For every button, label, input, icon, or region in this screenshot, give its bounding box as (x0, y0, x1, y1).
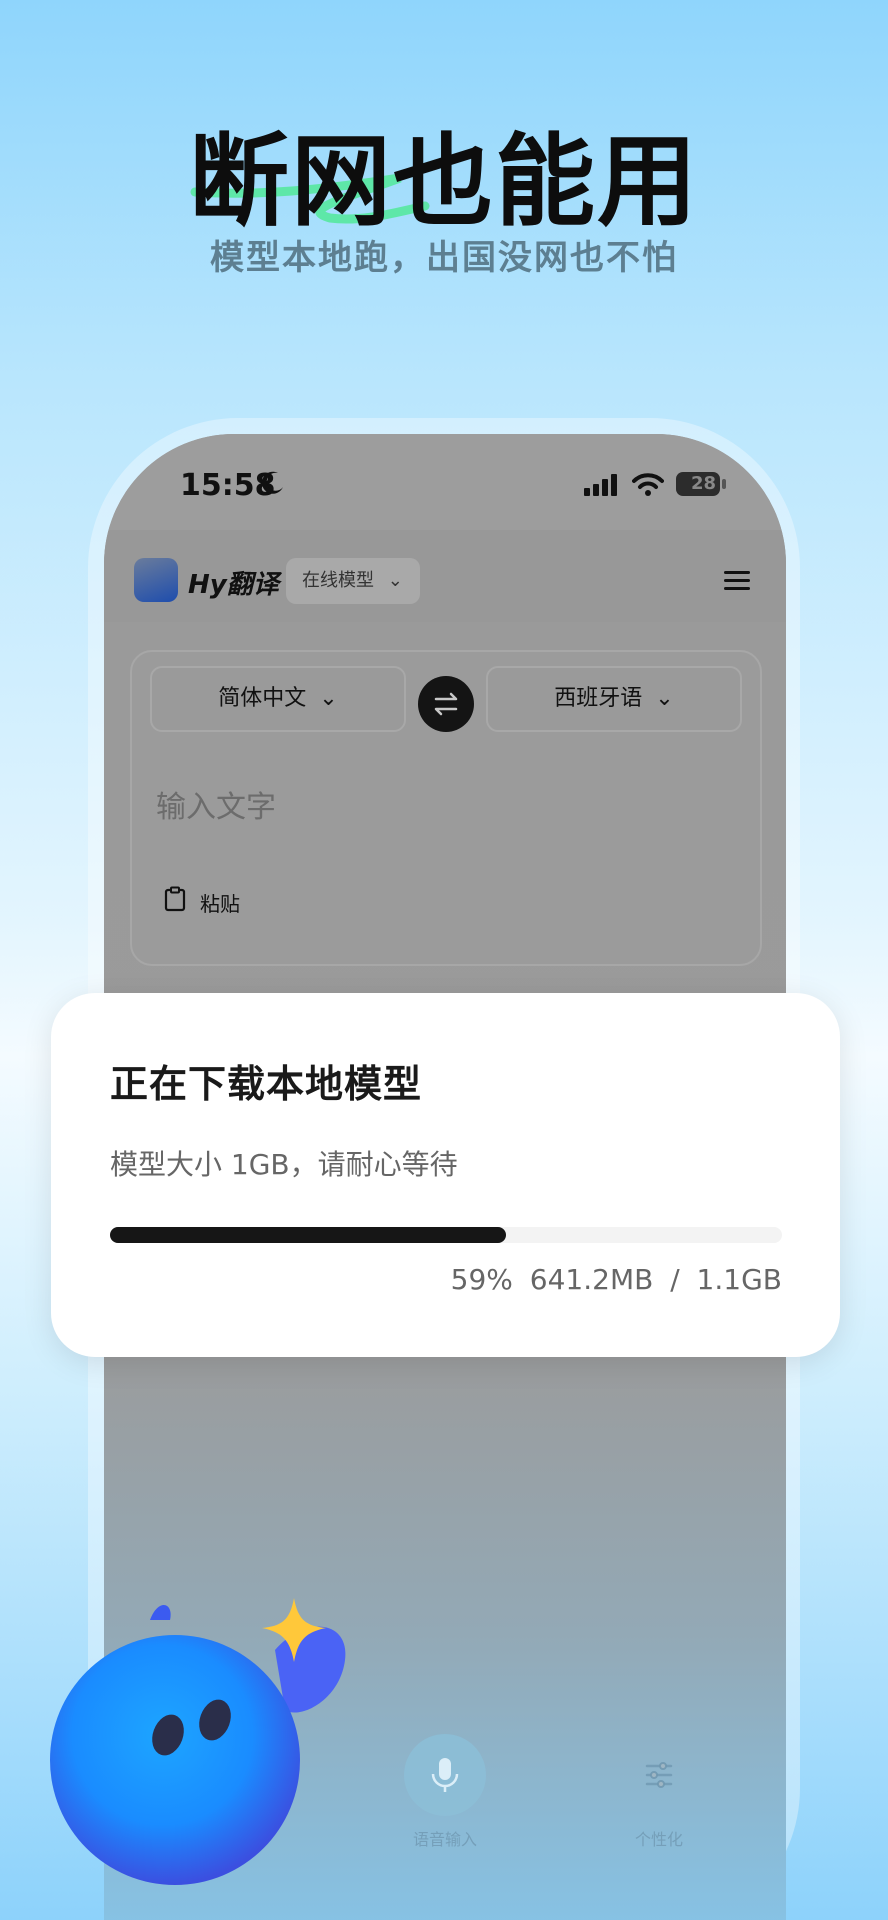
promo-headline: 断网也能用 (189, 123, 699, 240)
model-selector-label: 在线模型 (302, 570, 374, 591)
download-progress-fill (110, 1227, 507, 1243)
battery-indicator: 28 (676, 472, 720, 496)
voice-input-label: 语音输入 (412, 1830, 477, 1849)
promo-subtitle: 模型本地跑，出国没网也不怕 (210, 238, 678, 278)
sliders-icon[interactable] (644, 1760, 674, 1790)
dialog-title: 正在下载本地模型 (110, 1062, 423, 1106)
app-logo-icon (134, 558, 178, 602)
microphone-icon (431, 1758, 459, 1792)
download-progress-text: 59% 641.2MB / 1.1GB (450, 1263, 782, 1296)
chevron-down-icon: ⌄ (319, 686, 338, 711)
text-input[interactable]: 输入文字 (156, 782, 276, 826)
battery-tip (722, 479, 726, 489)
paste-button[interactable]: 粘贴 (200, 888, 240, 917)
wifi-icon (632, 473, 664, 496)
voice-input-button[interactable] (404, 1734, 486, 1816)
moon-icon (261, 471, 283, 494)
target-language-button[interactable]: 西班牙语 ⌄ (486, 666, 742, 732)
download-model-dialog: 正在下载本地模型 模型大小 1GB，请耐心等待 59% 641.2MB / 1.… (51, 993, 840, 1357)
dialog-description: 模型大小 1GB，请耐心等待 (110, 1148, 458, 1181)
menu-icon[interactable] (724, 570, 750, 592)
app-name: Hy翻译 (188, 570, 279, 600)
swap-languages-button[interactable] (418, 676, 474, 732)
mascot-illustration (50, 1598, 346, 1885)
chevron-down-icon: ⌄ (655, 686, 674, 711)
model-selector-button[interactable]: 在线模型 ⌄ (286, 558, 420, 604)
chevron-down-icon: ⌄ (387, 570, 403, 591)
source-language-button[interactable]: 简体中文 ⌄ (150, 666, 406, 732)
clipboard-icon[interactable] (164, 886, 186, 912)
target-language-label: 西班牙语 (554, 686, 643, 711)
signal-icon (584, 474, 617, 496)
source-language-label: 简体中文 (218, 686, 307, 711)
download-progress-bar (110, 1227, 782, 1243)
customize-label: 个性化 (634, 1830, 683, 1849)
swap-arrows-icon (434, 692, 458, 716)
